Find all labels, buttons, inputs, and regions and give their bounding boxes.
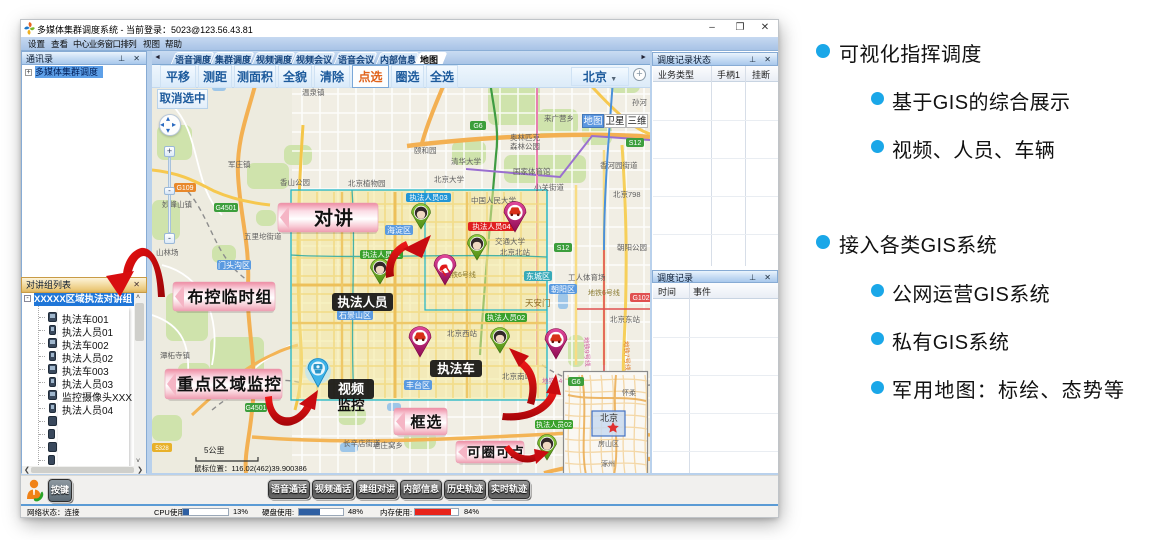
- svg-text:G6: G6: [473, 123, 482, 130]
- svg-text:香河园街道: 香河园街道: [600, 160, 638, 170]
- svg-text:G4501: G4501: [245, 405, 266, 412]
- svg-text:执法人员: 执法人员: [337, 295, 388, 310]
- svg-text:来广营乡: 来广营乡: [544, 113, 574, 123]
- svg-text:执法人员04: 执法人员04: [472, 221, 510, 231]
- svg-text:颐和园: 颐和园: [414, 146, 437, 155]
- svg-text:奥林匹克: 奥林匹克: [510, 132, 540, 142]
- svg-text:森林公园: 森林公园: [510, 141, 540, 151]
- svg-text:重点区域监控: 重点区域监控: [177, 374, 282, 394]
- svg-text:小关街道: 小关街道: [534, 182, 564, 192]
- svg-text:5328: 5328: [155, 446, 169, 452]
- svg-text:执法人员03: 执法人员03: [409, 192, 447, 202]
- svg-text:视频: 视频: [338, 382, 364, 397]
- svg-text:5公里: 5公里: [204, 446, 224, 455]
- svg-text:天安门: 天安门: [525, 298, 551, 308]
- svg-text:孙河: 孙河: [632, 97, 647, 107]
- svg-text:S12: S12: [629, 140, 642, 147]
- svg-text:S12: S12: [557, 245, 570, 252]
- svg-text:工人体育场: 工人体育场: [568, 272, 606, 282]
- svg-text:G4501: G4501: [215, 205, 236, 212]
- svg-text:G6: G6: [571, 379, 580, 386]
- svg-text:怀柔: 怀柔: [622, 388, 636, 397]
- svg-text:G102: G102: [632, 295, 649, 302]
- svg-text:对讲: 对讲: [314, 207, 354, 230]
- svg-text:老庄窝乡: 老庄窝乡: [373, 440, 403, 450]
- svg-text:妙峰山镇: 妙峰山镇: [162, 199, 192, 209]
- svg-text:执法车: 执法车: [437, 361, 475, 376]
- svg-text:北京西站: 北京西站: [447, 328, 477, 338]
- svg-text:北京北站: 北京北站: [500, 247, 530, 257]
- svg-text:丰台区: 丰台区: [406, 380, 430, 390]
- svg-text:监控: 监控: [338, 397, 365, 413]
- svg-text:朝阳公园: 朝阳公园: [617, 243, 647, 252]
- svg-text:清华大学: 清华大学: [451, 156, 481, 166]
- svg-text:鼠标位置：116.02(462)39.900386: 鼠标位置：116.02(462)39.900386: [194, 463, 307, 473]
- svg-text:框选: 框选: [410, 413, 442, 431]
- svg-text:北京798: 北京798: [613, 189, 641, 199]
- svg-text:北京: 北京: [600, 412, 618, 423]
- svg-text:东城区: 东城区: [526, 271, 550, 281]
- svg-text:北京东站: 北京东站: [610, 314, 640, 324]
- svg-text:北京大学: 北京大学: [434, 174, 464, 184]
- svg-text:执法人员02: 执法人员02: [487, 312, 525, 322]
- svg-text:交通大学: 交通大学: [495, 236, 525, 246]
- svg-text:涿州: 涿州: [601, 460, 615, 468]
- svg-text:北京植物园: 北京植物园: [348, 178, 386, 188]
- svg-text:香山公园: 香山公园: [280, 177, 310, 187]
- svg-text:地铁6号线: 地铁6号线: [588, 288, 620, 297]
- svg-text:朝阳区: 朝阳区: [551, 285, 575, 294]
- svg-text:房山区: 房山区: [598, 439, 619, 448]
- svg-text:海淀区: 海淀区: [387, 225, 411, 235]
- svg-text:军庄镇: 军庄镇: [228, 159, 251, 169]
- svg-text:门头沟区: 门头沟区: [218, 260, 250, 270]
- svg-text:国家体育馆: 国家体育馆: [513, 166, 551, 176]
- svg-text:G109: G109: [176, 185, 193, 192]
- svg-text:执法人员02: 执法人员02: [536, 420, 572, 429]
- svg-text:石景山区: 石景山区: [339, 310, 371, 320]
- svg-text:潭柘寺镇: 潭柘寺镇: [160, 350, 190, 360]
- svg-text:五里坨街道: 五里坨街道: [244, 231, 282, 241]
